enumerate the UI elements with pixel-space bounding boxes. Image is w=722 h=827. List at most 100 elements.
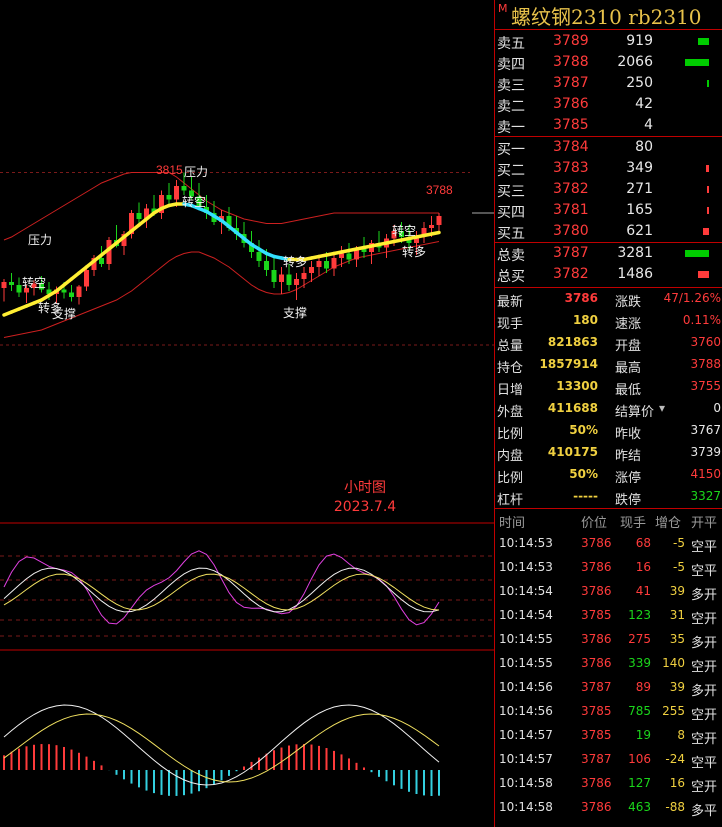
tick-volume: 89 (635, 680, 651, 694)
stats-row: 比例 50% 涨停 4150 (495, 464, 722, 486)
stat-value: 3767 (690, 423, 721, 437)
title-bar: M 螺纹钢2310 rb2310 (495, 0, 722, 30)
stat-label: 速涨 (615, 317, 642, 332)
order-book-row[interactable]: 卖三 3787 250 (495, 73, 722, 94)
candle-body (61, 289, 67, 293)
tick-price: 3785 (581, 704, 612, 718)
tick-row[interactable]: 10:14:53 3786 16 -5 空平 (495, 555, 722, 579)
stat-label: 最高 (615, 361, 642, 376)
tick-type: 多开 (691, 636, 718, 651)
tick-volume: 16 (635, 560, 651, 574)
turn-short-label: 转空 (392, 223, 416, 238)
tick-row[interactable]: 10:14:57 3785 19 8 空开 (495, 723, 722, 747)
order-level-label: 买五 (497, 226, 525, 242)
tick-row[interactable]: 10:14:56 3787 89 39 多开 (495, 675, 722, 699)
tick-price: 3786 (581, 560, 612, 574)
tick-row[interactable]: 10:14:57 3787 106 -24 空平 (495, 747, 722, 771)
tick-time: 10:14:57 (499, 728, 553, 742)
order-book-row[interactable]: 卖四 3788 2066 (495, 52, 722, 73)
stats-row: 日增 13300 最低 3755 (495, 376, 722, 398)
order-book-row[interactable]: 卖五 3789 919 (495, 31, 722, 52)
candlestick-chart[interactable]: 3815 压力压力3788转空转空转空转多转多转多支撑 支撑 (0, 0, 494, 827)
stat-value: 13300 (556, 379, 598, 393)
tick-row[interactable]: 10:14:54 3785 123 31 空开 (495, 603, 722, 627)
candle-body (436, 216, 442, 225)
dropdown-caret-icon[interactable]: ▾ (659, 401, 665, 415)
order-book-row[interactable]: 总卖 3787 3281 (495, 243, 722, 264)
order-volume-bar (707, 80, 709, 87)
order-level-price: 3788 (553, 54, 589, 70)
tick-row[interactable]: 10:14:55 3786 275 35 多开 (495, 627, 722, 651)
order-book-row[interactable]: 卖一 3785 4 (495, 115, 722, 136)
order-book-row[interactable]: 买二 3783 349 (495, 158, 722, 179)
candle-body (429, 225, 434, 228)
candle-body (181, 186, 187, 191)
turn-short-label: 转空 (22, 275, 46, 290)
order-book-row[interactable]: 卖二 3786 42 (495, 94, 722, 115)
stat-label: 昨收 (615, 427, 642, 442)
tick-oi-change: 16 (669, 776, 685, 790)
order-level-label: 卖四 (497, 57, 525, 73)
tick-volume: 127 (628, 776, 651, 790)
order-level-volume: 3281 (617, 245, 653, 261)
tick-row[interactable]: 10:14:58 3786 127 16 空开 (495, 771, 722, 795)
pressure-label: 压力 (28, 233, 52, 247)
order-level-price: 3789 (553, 33, 589, 49)
order-level-label: 卖三 (497, 78, 525, 94)
tick-volume: 339 (628, 656, 651, 670)
tick-volume: 123 (628, 608, 651, 622)
candle-body (271, 270, 277, 282)
candle-body (136, 213, 142, 219)
tick-row[interactable]: 10:14:56 3785 785 255 空开 (495, 699, 722, 723)
order-level-price: 3783 (553, 160, 589, 176)
order-level-volume: 2066 (617, 54, 653, 70)
order-book-row[interactable]: 买五 3780 621 (495, 221, 722, 242)
stat-label: 比例 (497, 427, 524, 442)
tick-row[interactable]: 10:14:54 3786 41 39 多开 (495, 579, 722, 603)
tick-price: 3785 (581, 608, 612, 622)
tick-time: 10:14:53 (499, 536, 553, 550)
stats-row: 杠杆 ----- 跌停 3327 (495, 486, 722, 508)
stats-row: 比例 50% 昨收 3767 (495, 420, 722, 442)
order-volume-bar (685, 59, 709, 66)
order-level-label: 卖五 (497, 36, 525, 52)
tick-type: 空平 (691, 540, 718, 555)
stat-value: ----- (573, 489, 598, 503)
tick-volume: 463 (628, 800, 651, 814)
order-book-row[interactable]: 买四 3781 165 (495, 200, 722, 221)
order-volume-bar (706, 165, 709, 172)
tick-header-oi: 增仓 (655, 516, 682, 531)
stats-row: 现手 180 速涨 0.11% (495, 310, 722, 332)
stat-label: 现手 (497, 317, 524, 332)
stats-row: 总量 821863 开盘 3760 (495, 332, 722, 354)
stats-row: 持仓 1857914 最高 3788 (495, 354, 722, 376)
tick-row[interactable]: 10:14:55 3786 339 140 空开 (495, 651, 722, 675)
stat-label[interactable]: 结算价 (615, 401, 654, 420)
order-book-row[interactable]: 买三 3782 271 (495, 179, 722, 200)
candle-body (324, 261, 329, 269)
order-level-volume: 250 (626, 75, 653, 91)
chart-area[interactable]: 3815 压力 压力 3788 转空 转空 转空 转多 转多 转多 支撑 支撑 小时图 2023.7.… (0, 0, 494, 827)
stat-label: 杠杆 (497, 493, 524, 508)
order-level-volume: 1486 (617, 266, 653, 282)
tick-row[interactable]: 10:14:53 3786 68 -5 空平 (495, 531, 722, 555)
contract-title[interactable]: 螺纹钢2310 rb2310 (511, 1, 702, 30)
tick-time: 10:14:58 (499, 800, 553, 814)
tick-type: 空平 (691, 756, 718, 771)
tick-oi-change: 140 (662, 656, 685, 670)
stat-value: 411688 (547, 401, 598, 415)
tick-oi-change: 8 (677, 728, 685, 742)
tick-row[interactable]: 10:14:58 3786 463 -88 多平 (495, 795, 722, 819)
order-book-row[interactable]: 总买 3782 1486 (495, 264, 722, 285)
order-book-row[interactable]: 买一 3784 80 (495, 137, 722, 158)
stat-value: 0 (713, 401, 721, 415)
order-volume-bar (703, 228, 709, 235)
candle-body (294, 279, 299, 285)
pressure-label: 压力 (184, 165, 208, 179)
order-level-label: 买三 (497, 184, 525, 200)
tick-oi-change: -24 (665, 752, 685, 766)
order-level-label: 总卖 (497, 248, 525, 264)
candle-body (9, 282, 14, 285)
stat-label: 比例 (497, 471, 524, 486)
tick-price: 3786 (581, 536, 612, 550)
